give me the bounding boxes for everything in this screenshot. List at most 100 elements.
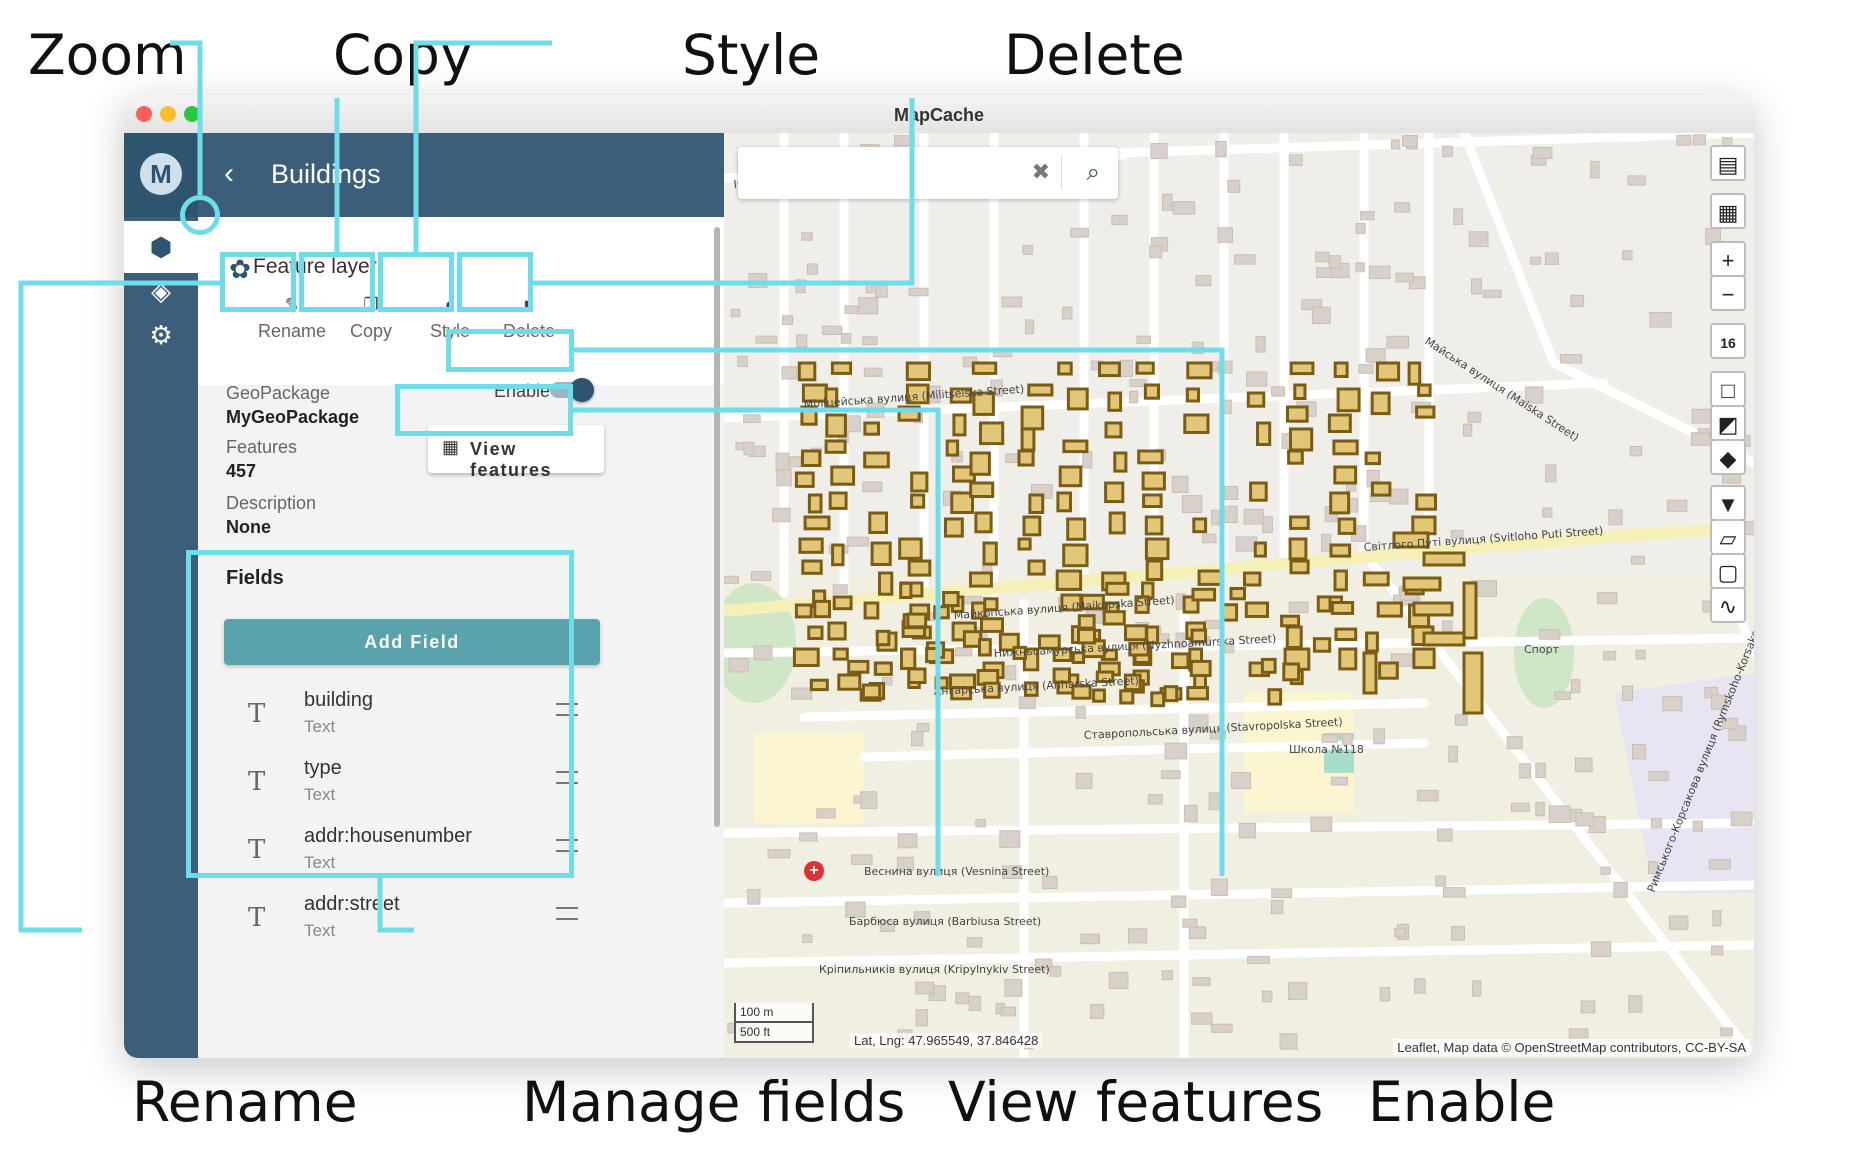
background-building [1590, 160, 1600, 179]
style-button[interactable]: ● Style [414, 295, 486, 350]
search-icon[interactable]: ⌕ [1087, 159, 1100, 187]
feature-building [1334, 627, 1358, 642]
grid-icon[interactable]: ▦ [1710, 193, 1746, 229]
feature-building [878, 571, 894, 596]
feature-building [1077, 614, 1096, 630]
feature-building [1104, 421, 1123, 439]
field-row-building[interactable]: T building Text [224, 685, 600, 751]
feature-building [1186, 361, 1213, 380]
background-building [724, 575, 739, 584]
feature-building [1412, 601, 1454, 617]
background-building [1379, 987, 1391, 1002]
panel-scrollbar[interactable] [714, 227, 720, 827]
background-building [1204, 619, 1223, 629]
background-building [1443, 887, 1466, 898]
layer-panel: ‹ Buildings ✿ Feature layer ✎ Rename ❐ C… [198, 133, 724, 1058]
feature-building [1422, 551, 1466, 567]
background-building [1676, 134, 1692, 146]
feature-building [813, 599, 832, 619]
chevron-left-icon[interactable]: ‹ [224, 157, 234, 191]
background-building [862, 336, 878, 346]
feature-building [798, 537, 824, 554]
feature-building [863, 601, 880, 620]
view-features-button[interactable]: ▦ View features [428, 425, 604, 480]
table-icon: ▦ [442, 437, 460, 457]
drag-handle-icon[interactable] [556, 771, 578, 784]
background-building [822, 325, 843, 335]
background-building [728, 658, 749, 673]
feature-building [1066, 387, 1089, 411]
nav-settings[interactable]: ⚙ [124, 309, 198, 361]
field-row-type[interactable]: T type Text [224, 753, 600, 819]
drag-handle-icon[interactable] [556, 839, 578, 852]
background-building [1608, 509, 1623, 526]
background-building [1511, 802, 1530, 812]
background-building [1321, 733, 1338, 743]
drag-handle-icon[interactable] [556, 907, 578, 920]
pencil-icon: ✎ [284, 295, 300, 314]
rename-button[interactable]: ✎ Rename [256, 295, 328, 350]
feature-building [910, 493, 926, 509]
map-search[interactable]: ✖ ⌕ [738, 147, 1118, 199]
delete-button[interactable]: ■ Delete [493, 295, 565, 350]
background-building [791, 687, 813, 700]
map-view[interactable]: Іркутська вулиця (Irkutska Street)Міліце… [724, 133, 1754, 1058]
feature-building [1221, 603, 1239, 622]
hospital-marker-icon[interactable]: + [804, 861, 824, 881]
background-building [1467, 411, 1482, 423]
field-row-street[interactable]: T addr:street Text [224, 889, 600, 955]
basemap-icon[interactable]: ▤ [1710, 145, 1746, 181]
fit-bounds-icon[interactable]: □ [1710, 371, 1746, 407]
background-building [1111, 214, 1128, 226]
background-building [1004, 979, 1023, 997]
background-building [755, 335, 778, 344]
layer-order-icon[interactable]: ◆ [1710, 439, 1746, 475]
background-building [1288, 982, 1308, 1000]
copy-button[interactable]: ❐ Copy [335, 295, 407, 350]
map-off-icon[interactable]: ✖ [1032, 159, 1050, 185]
background-building [1227, 179, 1241, 193]
draw-polygon-icon[interactable]: ▱ [1710, 519, 1746, 555]
background-building [975, 819, 986, 828]
field-name: type [304, 757, 342, 779]
feature-building [906, 612, 928, 629]
background-building [1690, 432, 1710, 446]
field-row-housenumber[interactable]: T addr:housenumber Text [224, 821, 600, 887]
feature-building [1244, 601, 1269, 618]
nav-rail: M ⬢ ◈ ⚙ [124, 133, 198, 1058]
add-field-button[interactable]: Add Field [224, 619, 600, 665]
background-building [806, 263, 818, 275]
map-canvas[interactable]: Іркутська вулиця (Irkutska Street)Міліце… [724, 133, 1754, 1058]
background-building [1316, 267, 1332, 279]
layers-off-icon[interactable]: ◩ [1710, 405, 1746, 441]
zoom-in-button[interactable]: + [1710, 241, 1746, 277]
enable-label: Enable [494, 381, 551, 401]
background-building [1136, 335, 1151, 344]
draw-marker-icon[interactable]: ▼ [1710, 485, 1746, 521]
feature-building [952, 413, 967, 437]
background-building [1442, 145, 1453, 158]
feature-building [979, 421, 1005, 446]
background-building [743, 414, 761, 423]
background-building [1289, 154, 1303, 166]
feature-building [898, 537, 923, 560]
feature-layer-icon[interactable]: ✿ [226, 255, 254, 283]
enable-toggle[interactable] [550, 378, 594, 402]
street-label: Спорт [1524, 643, 1560, 656]
background-building [1075, 706, 1086, 719]
background-building [1195, 275, 1212, 287]
draw-line-icon[interactable]: ∿ [1710, 587, 1746, 623]
field-type: Text [304, 717, 336, 736]
background-building [1049, 965, 1062, 977]
feature-building [1370, 391, 1391, 416]
background-building [753, 645, 773, 661]
features-value: 457 [226, 461, 257, 481]
zoom-out-button[interactable]: − [1710, 275, 1746, 311]
background-building [772, 507, 791, 523]
drag-handle-icon[interactable] [556, 703, 578, 716]
feature-building [1362, 651, 1378, 695]
background-building [1570, 294, 1585, 308]
feature-building [907, 559, 932, 577]
background-building [1395, 272, 1414, 283]
draw-rectangle-icon[interactable]: ▢ [1710, 553, 1746, 589]
